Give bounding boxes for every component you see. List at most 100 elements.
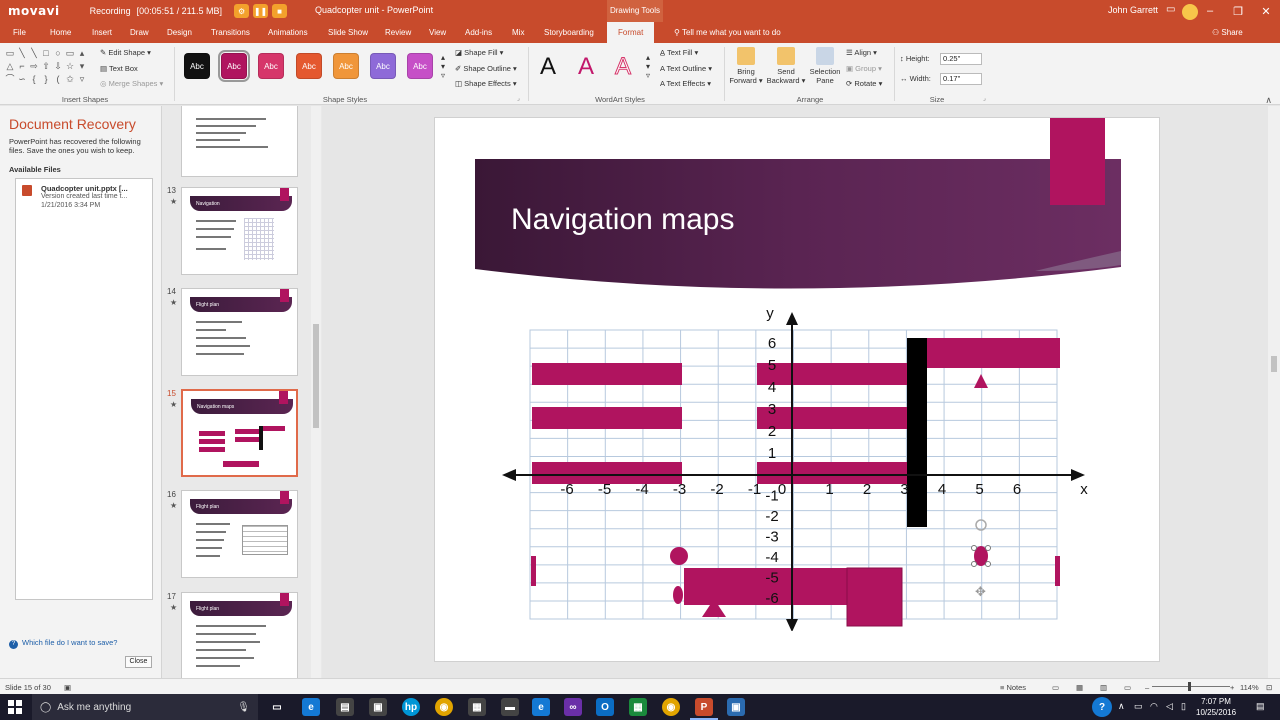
tab-storyboarding[interactable]: Storyboarding — [544, 28, 594, 37]
text-outline-button[interactable]: A Text Outline ▾ — [660, 64, 712, 73]
network-icon[interactable]: ▭ — [1134, 701, 1143, 712]
tab-design[interactable]: Design — [167, 28, 192, 37]
shape-curve-icon[interactable]: ∽ — [16, 73, 28, 86]
battery-icon[interactable]: ▯ — [1181, 701, 1186, 712]
size-dialog-launcher-icon[interactable]: ⌟ — [983, 95, 986, 102]
zoom-slider-knob[interactable] — [1188, 682, 1191, 691]
store-icon[interactable]: ▤ — [336, 698, 354, 716]
shape-rectangle-icon[interactable]: ▭ — [4, 47, 16, 60]
tray-chevron-icon[interactable]: ∧ — [1118, 701, 1125, 712]
action-center-icon[interactable]: ▤ — [1256, 701, 1265, 712]
shape-star-icon[interactable]: ✩ — [64, 73, 76, 86]
help-tray-icon[interactable]: ? — [1092, 697, 1112, 717]
tab-view[interactable]: View — [429, 28, 446, 37]
powerpoint-icon[interactable]: P — [695, 698, 713, 716]
slide-title[interactable]: Navigation maps — [511, 203, 734, 237]
shape-fill-button[interactable]: ◪ Shape Fill ▾ — [455, 48, 503, 57]
slide-canvas[interactable]: Navigation maps ✥ -6 -5 -4 -3 -2 -1 0 1 … — [434, 117, 1160, 662]
stop-icon[interactable]: ■ — [272, 4, 288, 18]
minimize-icon[interactable]: – — [1196, 0, 1224, 22]
slide-thumbnail-14[interactable]: Flight plan — [181, 288, 298, 376]
windows-start-icon[interactable] — [8, 700, 22, 714]
tab-animations[interactable]: Animations — [268, 28, 308, 37]
visual-studio-icon[interactable]: ∞ — [564, 698, 582, 716]
shape-style-swatch-4[interactable]: Abc — [296, 53, 322, 79]
thumbnail-scrollbar[interactable] — [311, 106, 321, 678]
record-settings-icon[interactable]: ⚙ — [234, 4, 250, 18]
editor-scroll-thumb[interactable] — [1271, 356, 1277, 372]
shape-style-swatch-2[interactable]: Abc — [218, 50, 250, 82]
restore-icon[interactable]: ❐ — [1224, 0, 1252, 22]
ie-icon[interactable]: e — [532, 698, 550, 716]
tab-review[interactable]: Review — [385, 28, 411, 37]
slide-thumbnail-12[interactable] — [181, 106, 298, 177]
shape-arrow-icon[interactable]: ⇧ — [40, 60, 52, 73]
text-fill-button[interactable]: A̲ Text Fill ▾ — [660, 48, 698, 57]
tab-draw[interactable]: Draw — [130, 28, 149, 37]
wifi-icon[interactable]: ◠ — [1150, 701, 1158, 712]
tab-transitions[interactable]: Transitions — [211, 28, 250, 37]
cortana-search-box[interactable]: ◯ Ask me anything 🎙 — [32, 694, 258, 720]
reading-view-icon[interactable]: ▥ — [1100, 683, 1107, 692]
tab-add-ins[interactable]: Add-ins — [465, 28, 492, 37]
zoom-out-icon[interactable]: – — [1145, 683, 1149, 692]
text-effects-button[interactable]: A Text Effects ▾ — [660, 79, 711, 88]
wordart-style-outline[interactable]: A — [614, 53, 631, 81]
task-view-icon[interactable]: ▭ — [268, 698, 286, 716]
which-file-help-link[interactable]: ? Which file do I want to save? — [9, 638, 117, 649]
notes-button[interactable]: ≡ Notes — [1000, 683, 1026, 692]
hp-icon[interactable]: hp — [402, 698, 420, 716]
shape-star-icon[interactable]: ☆ — [64, 60, 76, 73]
group-button[interactable]: ▣ Group ▾ — [846, 64, 882, 73]
user-name[interactable]: John Garrett — [1108, 5, 1158, 15]
microphone-icon[interactable]: 🎙 — [237, 702, 250, 713]
shape-line-icon[interactable]: ╲ — [16, 47, 28, 60]
close-window-icon[interactable]: ✕ — [1252, 0, 1280, 22]
spreadsheet-icon[interactable]: ▦ — [629, 698, 647, 716]
slide-thumbnail-13[interactable]: Navigation — [181, 187, 298, 275]
width-input[interactable]: 0.17" — [940, 73, 982, 85]
chrome-icon[interactable]: ◉ — [435, 698, 453, 716]
shape-effects-button[interactable]: ◫ Shape Effects ▾ — [455, 79, 517, 88]
outlook-icon[interactable]: O — [596, 698, 614, 716]
recovery-close-button[interactable]: Close — [125, 656, 152, 668]
shape-brace-icon[interactable]: } — [40, 73, 52, 86]
shape-arrow-icon[interactable]: ⇩ — [52, 60, 64, 73]
tab-home[interactable]: Home — [50, 28, 71, 37]
shape-curve-icon[interactable]: ⌒ — [4, 73, 16, 86]
scroll-down-icon[interactable]: ▾ — [76, 60, 88, 73]
shape-oval-icon[interactable]: ○ — [52, 47, 64, 60]
shape-style-swatch-5[interactable]: Abc — [333, 53, 359, 79]
merge-shapes-button[interactable]: ◎ Merge Shapes ▾ — [100, 79, 163, 88]
normal-view-icon[interactable]: ▭ — [1052, 683, 1059, 692]
scroll-up-icon[interactable]: ▴ — [76, 47, 88, 60]
wordart-scroll-icon[interactable]: ▴ ▾ ▿ — [646, 53, 650, 80]
wordart-style-black[interactable]: A — [540, 53, 556, 81]
shape-line-icon[interactable]: ╲ — [28, 47, 40, 60]
store-bag-icon[interactable]: ▣ — [369, 698, 387, 716]
tab-insert[interactable]: Insert — [92, 28, 112, 37]
shape-bracket-icon[interactable]: ( — [52, 73, 64, 86]
shape-rect-icon[interactable]: ▭ — [64, 47, 76, 60]
movavi-icon[interactable]: ▣ — [727, 698, 745, 716]
shape-brace-icon[interactable]: { — [28, 73, 40, 86]
text-box-button[interactable]: ▤ Text Box — [100, 64, 138, 73]
volume-icon[interactable]: ◁ — [1166, 701, 1173, 712]
shape-triangle-icon[interactable]: △ — [4, 60, 16, 73]
shape-style-swatch-7[interactable]: Abc — [407, 53, 433, 79]
zoom-slider[interactable] — [1152, 686, 1230, 687]
align-button[interactable]: ☰ Align ▾ — [846, 48, 877, 57]
rotate-button[interactable]: ⟳ Rotate ▾ — [846, 79, 882, 88]
calendar-icon[interactable]: ▦ — [468, 698, 486, 716]
wordart-style-magenta[interactable]: A — [578, 53, 594, 81]
spellcheck-icon[interactable]: ▣ — [64, 683, 71, 692]
slide-thumbnail-16[interactable]: Flight plan — [181, 490, 298, 578]
taskbar-clock[interactable]: 7:07 PM 10/25/2016 — [1196, 696, 1236, 718]
tab-format[interactable]: Format — [607, 22, 655, 43]
send-backward-button[interactable]: Send Backward ▾ — [766, 47, 806, 85]
editor-scrollbar[interactable] — [1268, 106, 1280, 678]
shape-arrow-icon[interactable]: ⇨ — [28, 60, 40, 73]
fit-slide-icon[interactable]: ⊡ — [1266, 683, 1272, 692]
height-input[interactable]: 0.25" — [940, 53, 982, 65]
selection-pane-button[interactable]: Selection Pane — [808, 47, 842, 85]
